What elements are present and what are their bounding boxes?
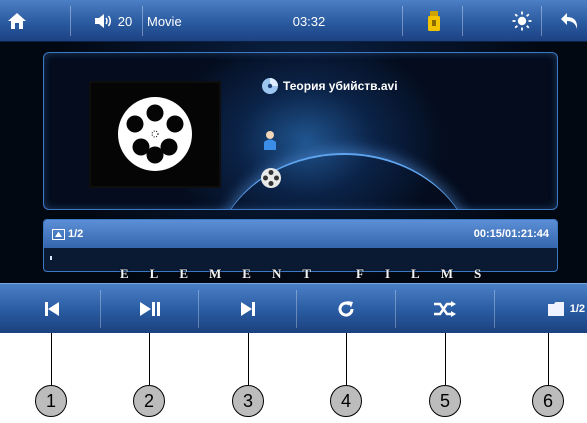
page-button[interactable]: 1/2 [495, 284, 587, 333]
divider [541, 6, 542, 36]
callout-3: 3 [232, 385, 264, 417]
callout-line-2 [149, 333, 150, 385]
file-name-row: Теория убийств.avi [261, 77, 398, 95]
shuffle-button[interactable] [396, 284, 494, 333]
play-pause-icon [139, 302, 160, 316]
progress-header: 1/2 00:15/01:21:44 [44, 220, 557, 248]
film-reel-icon [118, 97, 192, 171]
shuffle-icon [434, 301, 456, 317]
callout-line-5 [445, 333, 446, 385]
studio-watermark: ELEMENT FILMS [120, 266, 503, 281]
callout-line-1 [51, 333, 52, 385]
clock-time: 03:32 [292, 13, 326, 29]
callout-line-4 [346, 333, 347, 385]
file-name: Теория убийств.avi [283, 79, 398, 93]
playback-controls: 1/2 [0, 283, 587, 333]
small-reel-icon [261, 168, 281, 188]
track-index: 1/2 [68, 228, 84, 240]
person-icon [264, 131, 276, 150]
callout-line-6 [548, 333, 549, 385]
home-button[interactable] [0, 0, 34, 42]
media-info-panel: Теория убийств.avi [43, 52, 558, 210]
divider [402, 6, 403, 36]
usb-source-button[interactable] [406, 0, 462, 42]
back-button[interactable] [552, 0, 587, 42]
usb-drive-icon [428, 11, 440, 31]
callout-4: 4 [330, 385, 362, 417]
elapsed-total-time: 00:15/01:21:44 [473, 228, 549, 240]
divider [142, 6, 143, 36]
volume-button[interactable]: 20 [88, 0, 138, 42]
brightness-icon [512, 11, 532, 31]
track-counter: 1/2 [52, 228, 83, 240]
clock: 03:32 [286, 0, 332, 42]
brightness-button[interactable] [505, 0, 539, 42]
mode-text: Movie [147, 13, 182, 29]
skip-previous-icon [45, 302, 59, 316]
track-icon [52, 228, 65, 240]
volume-level: 20 [117, 13, 133, 29]
home-icon [8, 13, 26, 29]
next-button[interactable] [199, 284, 296, 333]
progress-panel: 1/2 00:15/01:21:44 [43, 219, 558, 272]
repeat-button[interactable] [297, 284, 395, 333]
top-status-bar: 20 Movie 03:32 [0, 0, 587, 42]
callout-6: 6 [532, 385, 564, 417]
divider [70, 6, 71, 36]
play-pause-button[interactable] [101, 284, 198, 333]
player-screen: 20 Movie 03:32 Теория убийств.avi 1/2 00… [0, 0, 587, 333]
planet-graphic [214, 153, 474, 209]
callout-2: 2 [133, 385, 165, 417]
seek-bar[interactable] [50, 256, 550, 260]
video-thumbnail [89, 81, 221, 188]
skip-next-icon [240, 302, 255, 316]
divider [462, 6, 463, 36]
mode-label: Movie [147, 0, 207, 42]
volume-icon [94, 14, 111, 28]
seek-bar-fill [50, 256, 52, 260]
repeat-icon [338, 301, 354, 317]
callout-5: 5 [429, 385, 461, 417]
previous-button[interactable] [4, 284, 100, 333]
callout-line-3 [248, 333, 249, 385]
page-indicator: 1/2 [569, 303, 585, 315]
folder-icon [547, 302, 564, 316]
disc-icon [262, 78, 278, 94]
callout-1: 1 [35, 385, 67, 417]
back-arrow-icon [560, 13, 577, 29]
